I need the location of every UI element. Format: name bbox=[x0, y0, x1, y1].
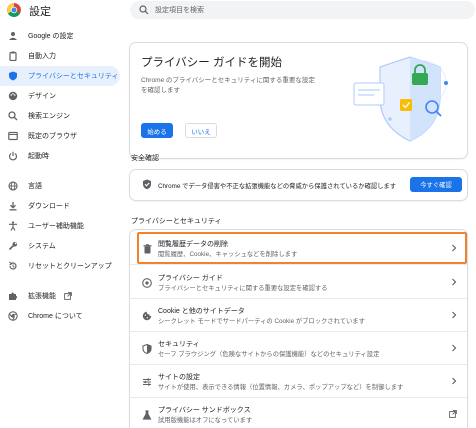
reset-icon bbox=[8, 261, 18, 271]
sidebar-item-appearance[interactable]: デザイン bbox=[0, 86, 120, 106]
row-title: プライバシー サンドボックス bbox=[158, 407, 251, 414]
sidebar-item-label: Google の設定 bbox=[28, 33, 74, 40]
row-subtitle: シークレット モードでサードパーティの Cookie がブロックされています bbox=[158, 318, 365, 325]
shield-check-icon bbox=[143, 179, 151, 190]
arrow-right-icon bbox=[452, 377, 457, 385]
palette-icon bbox=[8, 91, 18, 101]
privacy-guide-title: プライバシー ガイドを開始 bbox=[141, 57, 282, 69]
sidebar-item-downloads[interactable]: ダウンロード bbox=[0, 196, 120, 216]
wrench-icon bbox=[8, 241, 18, 251]
sliders-icon bbox=[142, 377, 152, 387]
sidebar-item-label: Chrome について bbox=[28, 313, 83, 320]
sidebar-item-label: プライバシーとセキュリティ bbox=[28, 73, 119, 80]
start-guide-button[interactable]: 始める bbox=[141, 123, 173, 138]
divider bbox=[130, 364, 467, 365]
sidebar-item-languages[interactable]: 言語 bbox=[0, 176, 120, 196]
arrow-right-icon bbox=[452, 311, 457, 319]
chrome-logo-icon bbox=[7, 3, 21, 17]
sidebar-item-label: システム bbox=[28, 243, 56, 250]
row-subtitle: セーフ ブラウジング（危険なサイトからの保護機能）などのセキュリティ設定 bbox=[158, 351, 380, 358]
privacy-guide-card: プライバシー ガイドを開始 Chrome のプライバシーとセキュリティに関する重… bbox=[130, 43, 467, 158]
person-icon bbox=[8, 31, 18, 41]
decline-guide-button[interactable]: いいえ bbox=[185, 123, 217, 138]
sidebar-item-label: 起動時 bbox=[28, 153, 49, 160]
power-icon bbox=[8, 151, 18, 161]
row-subtitle: プライバシーとセキュリティに関する重要な設定を確認する bbox=[158, 285, 328, 292]
safety-check-text: Chrome でデータ侵害や不正な拡張機能などの脅威から保護されているか確認しま… bbox=[158, 183, 397, 190]
download-icon bbox=[8, 201, 18, 211]
row-title: サイトの設定 bbox=[158, 374, 200, 381]
sidebar-item-google[interactable]: Google の設定 bbox=[0, 26, 120, 46]
search-bar[interactable]: 設定項目を検索 bbox=[130, 1, 475, 19]
app-title: 設定 bbox=[29, 6, 51, 18]
sidebar-item-system[interactable]: システム bbox=[0, 236, 120, 256]
safety-section-title: 安全確認 bbox=[131, 155, 159, 162]
clipboard-icon bbox=[8, 51, 18, 61]
row-title: セキュリティ bbox=[158, 341, 200, 348]
sidebar-item-label: デザイン bbox=[28, 93, 56, 100]
sidebar-item-reset[interactable]: リセットとクリーンアップ bbox=[0, 256, 120, 276]
sidebar-item-label: 検索エンジン bbox=[28, 113, 70, 120]
divider bbox=[130, 264, 467, 265]
arrow-right-icon bbox=[452, 344, 457, 352]
flask-icon bbox=[142, 410, 152, 420]
privacy-guide-illustration bbox=[353, 56, 448, 142]
sidebar-item-on-startup[interactable]: 起動時 bbox=[0, 146, 120, 166]
sidebar-item-label: リセットとクリーンアップ bbox=[28, 263, 112, 270]
external-link-icon bbox=[64, 292, 72, 300]
sidebar-item-accessibility[interactable]: ユーザー補助機能 bbox=[0, 216, 120, 236]
search-input[interactable]: 設定項目を検索 bbox=[155, 5, 204, 15]
sidebar-item-label: ユーザー補助機能 bbox=[28, 223, 84, 230]
arrow-right-icon bbox=[452, 278, 457, 286]
row-security[interactable]: セキュリティ セーフ ブラウジング（危険なサイトからの保護機能）などのセキュリテ… bbox=[130, 334, 467, 363]
privacy-guide-description: Chrome のプライバシーとセキュリティに関する重要な設定を確認します bbox=[141, 77, 315, 94]
sidebar-item-search-engine[interactable]: 検索エンジン bbox=[0, 106, 120, 126]
row-title: プライバシー ガイド bbox=[158, 275, 223, 282]
sidebar: Google の設定 自動入力 プライバシーとセキュリティ デザイン 検索エンジ… bbox=[0, 26, 120, 326]
row-site-settings[interactable]: サイトの設定 サイトが使用、表示できる情報（位置情報、カメラ、ポップアップなど）… bbox=[130, 367, 467, 396]
search-icon bbox=[8, 111, 18, 121]
guide-icon bbox=[142, 278, 152, 288]
chrome-icon bbox=[8, 311, 18, 321]
divider bbox=[130, 397, 467, 398]
privacy-section-title: プライバシーとセキュリティ bbox=[131, 218, 222, 225]
safety-check-card: Chrome でデータ侵害や不正な拡張機能などの脅威から保護されているか確認しま… bbox=[130, 170, 467, 200]
divider bbox=[130, 298, 467, 299]
row-privacy-guide[interactable]: プライバシー ガイド プライバシーとセキュリティに関する重要な設定を確認する bbox=[130, 268, 467, 297]
row-privacy-sandbox[interactable]: プライバシー サンドボックス 試用版機能はオフになっています bbox=[130, 400, 467, 428]
puzzle-icon bbox=[8, 291, 18, 301]
row-cookies[interactable]: Cookie と他のサイトデータ シークレット モードでサードパーティの Coo… bbox=[130, 301, 467, 330]
check-now-button[interactable]: 今すぐ確認 bbox=[410, 177, 462, 192]
row-subtitle: サイトが使用、表示できる情報（位置情報、カメラ、ポップアップなど）を制御します bbox=[158, 384, 404, 391]
globe-icon bbox=[8, 181, 18, 191]
external-link-icon bbox=[449, 410, 457, 418]
sidebar-item-label: ダウンロード bbox=[28, 203, 70, 210]
sidebar-item-label: 自動入力 bbox=[28, 53, 56, 60]
sidebar-item-label: 言語 bbox=[28, 183, 42, 190]
sidebar-item-about[interactable]: Chrome について bbox=[0, 306, 120, 326]
sidebar-item-privacy[interactable]: プライバシーとセキュリティ bbox=[0, 66, 120, 86]
row-subtitle: 試用版機能はオフになっています bbox=[158, 417, 253, 424]
shield-icon bbox=[142, 344, 152, 354]
sidebar-item-label: 既定のブラウザ bbox=[28, 133, 77, 140]
sidebar-item-extensions[interactable]: 拡張機能 bbox=[0, 286, 120, 306]
sidebar-item-label: 拡張機能 bbox=[28, 293, 56, 300]
accessibility-icon bbox=[8, 221, 18, 231]
highlight-box bbox=[137, 232, 467, 264]
divider bbox=[130, 331, 467, 332]
row-title: Cookie と他のサイトデータ bbox=[158, 308, 245, 315]
browser-icon bbox=[8, 131, 18, 141]
header: 設定 設定項目を検索 bbox=[0, 0, 476, 24]
sidebar-item-default-browser[interactable]: 既定のブラウザ bbox=[0, 126, 120, 146]
sidebar-item-autofill[interactable]: 自動入力 bbox=[0, 46, 120, 66]
search-icon bbox=[139, 5, 149, 15]
cookie-icon bbox=[142, 311, 152, 321]
shield-icon bbox=[8, 71, 18, 81]
